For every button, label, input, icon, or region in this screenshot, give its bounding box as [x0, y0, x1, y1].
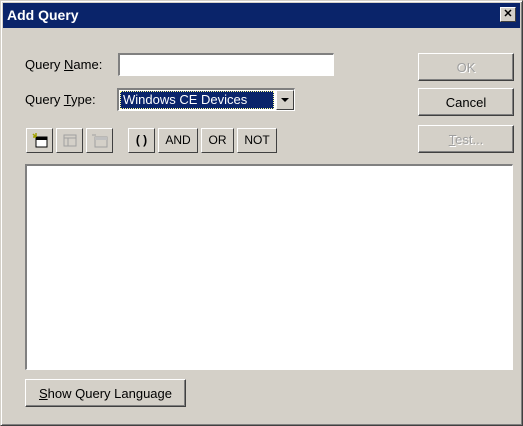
close-button[interactable]: ✕ — [500, 7, 516, 22]
query-name-label: Query Name: — [25, 57, 103, 72]
show-query-language-button[interactable]: Show Query Language — [25, 379, 186, 407]
add-query-dialog: Add Query ✕ Query Name: Query Type: Wind… — [0, 0, 523, 426]
and-button[interactable]: AND — [158, 128, 198, 153]
title-bar[interactable]: Add Query ✕ — [3, 3, 520, 28]
not-button[interactable]: NOT — [237, 128, 277, 153]
or-button[interactable]: OR — [201, 128, 234, 153]
dialog-title: Add Query — [7, 7, 79, 23]
ok-button[interactable]: OK — [418, 53, 514, 81]
query-type-value: Windows CE Devices — [120, 91, 274, 109]
chevron-down-icon[interactable] — [276, 90, 294, 110]
test-button[interactable]: Test... — [418, 125, 514, 153]
new-criterion-icon — [32, 133, 48, 148]
close-icon: ✕ — [503, 8, 513, 20]
query-name-input[interactable] — [118, 53, 334, 76]
query-type-select[interactable]: Windows CE Devices — [117, 88, 295, 111]
new-criterion-button[interactable] — [26, 128, 53, 153]
query-criteria-list[interactable] — [25, 164, 513, 370]
delete-criterion-button[interactable] — [86, 128, 113, 153]
delete-criterion-icon — [92, 134, 108, 148]
properties-button[interactable] — [56, 128, 83, 153]
query-type-label: Query Type: — [25, 92, 96, 107]
cancel-button[interactable]: Cancel — [418, 88, 514, 116]
properties-icon — [63, 134, 77, 147]
parentheses-button[interactable]: ( ) — [128, 128, 155, 153]
